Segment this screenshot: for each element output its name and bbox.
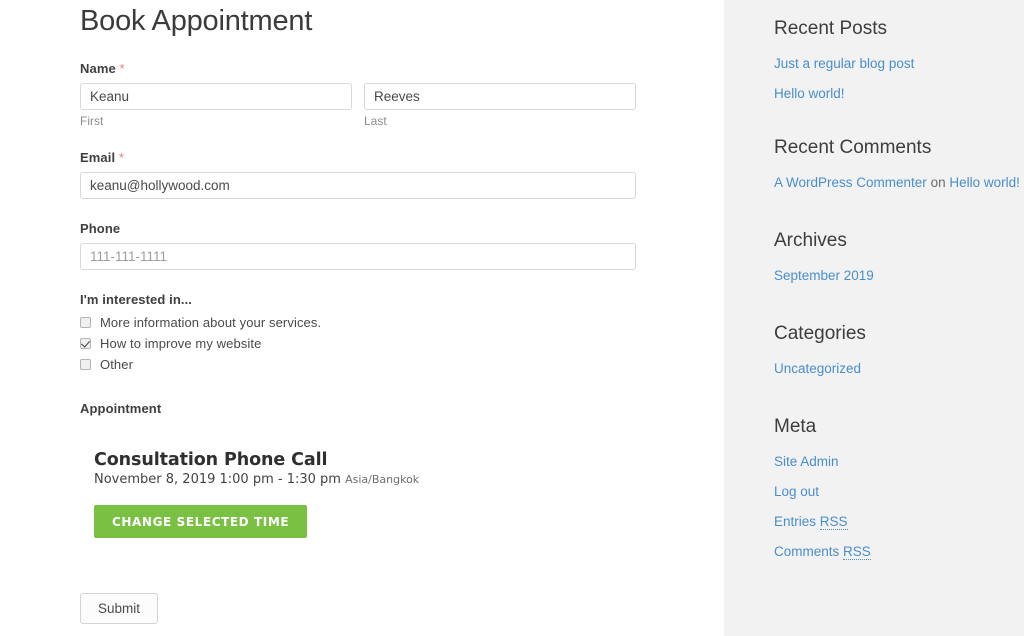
list-item: Just a regular blog post [774,55,1024,72]
appointment-timezone: Asia/Bangkok [345,473,420,486]
comment-separator: on [930,175,946,190]
page-title: Book Appointment [80,5,313,37]
page-root: Book Appointment Name * First Last [0,0,1024,636]
field-name: Name * First Last [80,61,724,128]
list-item: Uncategorized [774,360,1024,377]
meta-link-entries-rss[interactable]: Entries RSS [774,514,848,530]
meta-link-site-admin[interactable]: Site Admin [774,454,839,469]
widget-spacer [774,380,1024,398]
field-interest: I'm interested in... More information ab… [80,292,724,373]
recent-posts-list: Just a regular blog post Hello world! [774,55,1024,102]
appointment-datetime: November 8, 2019 1:00 pm - 1:30 pm [94,472,341,487]
list-item: A WordPress Commenter on Hello world! [774,174,1024,191]
main-content: Book Appointment Name * First Last [0,0,724,636]
widget-meta: Meta Site Admin Log out Entries RSS Comm… [774,398,1024,560]
widget-title-archives: Archives [774,230,847,251]
category-link[interactable]: Uncategorized [774,361,861,376]
list-item: Site Admin [774,453,1024,470]
email-input[interactable] [80,172,636,199]
interest-option-0[interactable]: More information about your services. [80,314,724,331]
widget-recent-comments: Recent Comments A WordPress Commenter on… [774,119,1024,191]
change-selected-time-button[interactable]: CHANGE SELECTED TIME [94,505,308,538]
interest-option-label: More information about your services. [100,315,322,330]
appointment-datetime-line: November 8, 2019 1:00 pm - 1:30 pm Asia/… [94,472,724,487]
checkbox-icon[interactable] [80,317,91,328]
email-required-mark: * [118,150,125,165]
widget-title-meta: Meta [774,416,817,437]
meta-link-log-out[interactable]: Log out [774,484,819,499]
email-label-text: Email [80,150,116,165]
name-label-text: Name [80,61,116,76]
comment-author-link[interactable]: A WordPress Commenter [774,175,927,190]
categories-list: Uncategorized [774,360,1024,377]
interest-option-label: Other [100,357,134,372]
last-name-sub-label: Last [364,114,387,128]
meta-link-entries-text: Entries [774,514,820,529]
field-email: Email * [80,150,724,199]
list-item: Comments RSS [774,543,1024,560]
interest-option-1[interactable]: How to improve my website [80,335,724,352]
widget-categories: Categories Uncategorized [774,305,1024,377]
interest-label: I'm interested in... [80,292,193,307]
list-item: September 2019 [774,267,1024,284]
rss-abbr: RSS [819,514,848,530]
name-row: First Last [80,83,636,128]
widget-recent-posts: Recent Posts Just a regular blog post He… [774,0,1024,102]
first-name-sub-label: First [80,114,104,128]
appointment-summary: Consultation Phone Call November 8, 2019… [80,450,724,538]
submit-row: Submit [80,593,724,636]
comment-post-link[interactable]: Hello world! [949,175,1020,190]
widget-title-categories: Categories [774,323,866,344]
first-name-input[interactable] [80,83,352,110]
appointment-label: Appointment [80,401,162,416]
rss-abbr: RSS [843,544,871,560]
sidebar: Recent Posts Just a regular blog post He… [724,0,1024,636]
meta-list: Site Admin Log out Entries RSS Comments … [774,453,1024,560]
appointment-service-title: Consultation Phone Call [94,450,328,470]
list-item: Entries RSS [774,513,1024,530]
recent-comments-list: A WordPress Commenter on Hello world! [774,174,1024,191]
meta-link-comments-rss[interactable]: Comments RSS [774,544,871,560]
widget-spacer [774,287,1024,305]
last-name-input[interactable] [364,83,636,110]
recent-post-link[interactable]: Just a regular blog post [774,56,914,71]
list-item: Hello world! [774,85,1024,102]
widget-title-recent-comments: Recent Comments [774,137,932,158]
field-phone: Phone [80,221,724,270]
widget-spacer [774,194,1024,212]
name-last-col: Last [364,83,636,128]
widget-spacer [774,105,1024,119]
interest-checkbox-list: More information about your services. Ho… [80,314,724,373]
meta-link-comments-text: Comments [774,544,844,559]
email-label: Email * [80,150,724,165]
interest-option-2[interactable]: Other [80,356,724,373]
name-label: Name * [80,61,724,76]
archives-list: September 2019 [774,267,1024,284]
phone-input[interactable] [80,243,636,270]
recent-post-link[interactable]: Hello world! [774,86,845,101]
name-first-col: First [80,83,352,128]
submit-button[interactable]: Submit [80,593,159,624]
list-item: Log out [774,483,1024,500]
widget-archives: Archives September 2019 [774,212,1024,284]
checkbox-checked-icon[interactable] [80,338,91,349]
name-required-mark: * [119,61,125,76]
archive-link[interactable]: September 2019 [774,268,874,283]
checkbox-icon[interactable] [80,359,91,370]
field-appointment: Appointment Consultation Phone Call Nove… [80,401,724,538]
phone-label: Phone [80,221,121,236]
interest-option-label: How to improve my website [100,336,262,351]
widget-title-recent-posts: Recent Posts [774,18,887,39]
